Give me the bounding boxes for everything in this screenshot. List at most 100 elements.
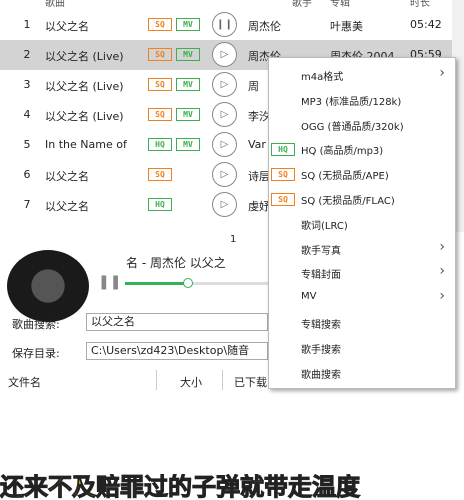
- quality-badges: HQ: [148, 198, 172, 211]
- song-artist: 周杰伦: [248, 20, 281, 33]
- hq-badge[interactable]: HQ: [148, 198, 172, 211]
- album-art-disc: [7, 250, 89, 322]
- sq-badge: SQ: [271, 193, 295, 206]
- song-artist: 诗层: [248, 170, 270, 183]
- play-icon[interactable]: ▷: [212, 192, 237, 217]
- menu-item[interactable]: SQ SQ (无损品质/FLAC): [269, 186, 455, 210]
- menu-item[interactable]: 专辑封面 ›: [269, 260, 455, 284]
- menu-item-label: m4a格式: [301, 72, 344, 83]
- header-duration[interactable]: 时长: [410, 0, 430, 9]
- list-header: 歌曲 歌手 专辑 时长: [0, 0, 464, 9]
- now-playing-title: 名 - 周杰伦 以父之: [126, 256, 226, 270]
- page-number: 1: [230, 234, 237, 245]
- menu-item-label: OGG (普通品质/320k): [301, 121, 404, 133]
- play-icon[interactable]: ▷: [212, 162, 237, 187]
- song-title: 以父之名: [45, 200, 89, 213]
- menu-item[interactable]: HQ HQ (高品质/mp3): [269, 136, 455, 160]
- menu-item-label: 专辑搜索: [301, 320, 341, 331]
- song-title: 以父之名 (Live): [45, 110, 124, 123]
- mv-badge[interactable]: MV: [176, 48, 200, 61]
- song-title: 以父之名: [45, 170, 89, 183]
- menu-item-label: MP3 (标准品质/128k): [301, 96, 402, 108]
- song-duration: 05:42: [410, 18, 442, 31]
- row-number: 4: [23, 108, 31, 121]
- play-icon[interactable]: ▷: [212, 72, 237, 97]
- menu-item[interactable]: 歌词(LRC): [269, 211, 455, 235]
- progress-knob[interactable]: [183, 278, 194, 288]
- row-number: 3: [23, 78, 31, 91]
- menu-item[interactable]: 歌曲搜索: [269, 360, 455, 384]
- song-artist: 虔妤: [248, 200, 270, 213]
- quality-badges: SQ MV: [148, 18, 200, 31]
- sq-badge: SQ: [271, 168, 295, 182]
- play-icon[interactable]: ▷: [212, 132, 237, 157]
- table-row[interactable]: 1 以父之名 SQ MV ❙❙ 周杰伦 叶惠美 05:42: [0, 10, 452, 40]
- menu-item-label: MV: [301, 291, 317, 303]
- progress-fill: [125, 282, 188, 285]
- col-downloaded[interactable]: 已下载: [234, 374, 267, 390]
- menu-item-label: SQ (无损品质/APE): [301, 171, 389, 183]
- quality-badges: SQ MV: [148, 78, 200, 91]
- row-number: 1: [23, 18, 31, 31]
- menu-item[interactable]: 歌手搜索: [269, 335, 455, 359]
- sq-badge[interactable]: SQ: [148, 78, 172, 91]
- menu-item[interactable]: MV ›: [269, 285, 455, 309]
- song-artist: Var: [248, 138, 266, 151]
- hq-badge: HQ: [271, 143, 295, 157]
- play-icon[interactable]: ▷: [212, 102, 237, 127]
- save-dir-label: 保存目录:: [12, 347, 60, 360]
- song-title: In the Name of: [45, 138, 127, 151]
- save-dir-field[interactable]: C:\Users\zd423\Desktop\随音: [86, 342, 268, 360]
- sq-badge[interactable]: SQ: [148, 108, 172, 121]
- menu-item-label: 歌曲搜索: [301, 369, 341, 381]
- menu-item-label: HQ (高品质/mp3): [301, 146, 384, 158]
- mv-badge[interactable]: MV: [176, 78, 200, 91]
- header-artist[interactable]: 歌手: [292, 0, 312, 9]
- menu-item-label: 专辑封面: [301, 270, 341, 282]
- row-number: 2: [23, 48, 31, 61]
- progress-bar[interactable]: [125, 278, 270, 288]
- song-artist: 周: [248, 80, 259, 93]
- song-title: 以父之名 (Live): [45, 50, 124, 63]
- song-album: 叶惠美: [330, 20, 363, 33]
- play-icon[interactable]: ▷: [212, 42, 237, 67]
- menu-item[interactable]: 歌手写真 ›: [269, 236, 455, 260]
- song-title: 以父之名 (Live): [45, 80, 124, 93]
- chevron-right-icon: ›: [439, 238, 445, 255]
- search-input[interactable]: 以父之名: [86, 313, 268, 331]
- sq-badge[interactable]: SQ: [148, 18, 172, 31]
- menu-item-label: SQ (无损品质/FLAC): [301, 196, 395, 207]
- pause-icon[interactable]: ❙❙: [212, 12, 237, 37]
- menu-item[interactable]: 专辑搜索: [269, 310, 455, 334]
- menu-item-label: 歌词(LRC): [301, 220, 348, 232]
- desktop-lyrics: 还来不及赔罪过的子弹就带走温度: [0, 474, 361, 500]
- menu-item-label: 歌手搜索: [301, 344, 341, 356]
- quality-badges: SQ: [148, 168, 172, 181]
- mv-badge[interactable]: MV: [176, 138, 200, 151]
- quality-badges: HQ MV: [148, 138, 200, 151]
- menu-item[interactable]: OGG (普通品质/320k): [269, 112, 455, 136]
- chevron-right-icon: ›: [439, 65, 445, 81]
- chevron-right-icon: ›: [439, 288, 445, 305]
- pause-icon[interactable]: ❚❚: [98, 274, 121, 290]
- sq-badge[interactable]: SQ: [148, 168, 172, 181]
- quality-badges: SQ MV: [148, 108, 200, 121]
- col-filename[interactable]: 文件名: [8, 374, 41, 390]
- column-divider[interactable]: [222, 370, 223, 390]
- header-title[interactable]: 歌曲: [45, 0, 65, 9]
- column-divider[interactable]: [156, 370, 157, 390]
- row-number: 6: [23, 168, 31, 181]
- mv-badge[interactable]: MV: [176, 18, 200, 31]
- sq-badge[interactable]: SQ: [148, 48, 172, 61]
- header-album[interactable]: 专辑: [330, 0, 350, 9]
- menu-item[interactable]: SQ SQ (无损品质/APE): [269, 161, 455, 185]
- song-title: 以父之名: [45, 20, 89, 33]
- hq-badge[interactable]: HQ: [148, 138, 172, 151]
- row-number: 7: [23, 198, 31, 211]
- song-artist: 李汐: [248, 110, 270, 123]
- mv-badge[interactable]: MV: [176, 108, 200, 121]
- menu-item-label: 歌手写真: [301, 245, 341, 257]
- menu-item[interactable]: m4a格式 ›: [269, 62, 455, 86]
- col-size[interactable]: 大小: [180, 374, 202, 390]
- menu-item[interactable]: MP3 (标准品质/128k): [269, 87, 455, 111]
